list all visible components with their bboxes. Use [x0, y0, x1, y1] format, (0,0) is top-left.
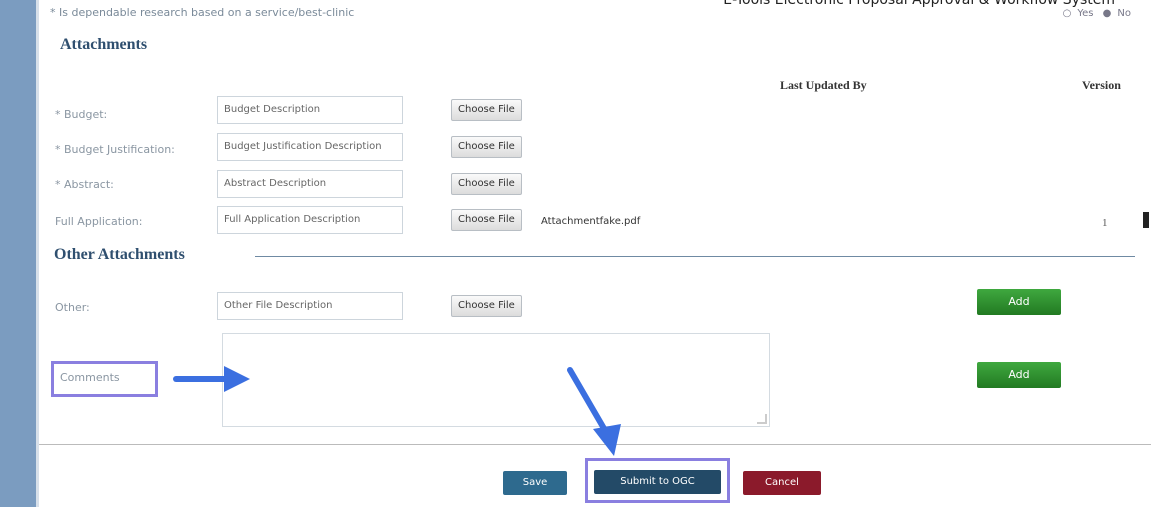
arrow-down-icon	[567, 367, 621, 456]
arrow-right-icon	[173, 366, 250, 392]
annotation-arrows	[173, 366, 621, 456]
